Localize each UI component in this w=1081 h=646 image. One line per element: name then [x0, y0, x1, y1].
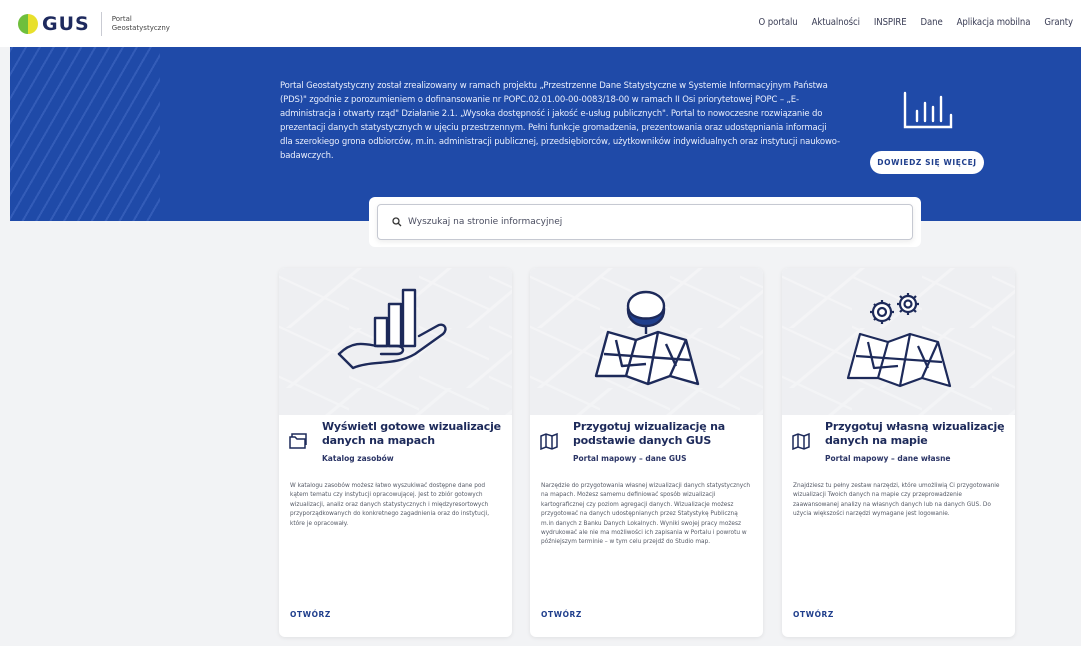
card-description: W katalogu zasobów możesz łatwo wyszukiw… [290, 483, 490, 527]
bar-chart-icon [903, 91, 953, 129]
card-catalog: Wyświetl gotowe wizualizacje danych na m… [279, 268, 512, 637]
card-header: Przygotuj własną wizualizację danych na … [791, 420, 1006, 463]
main-nav: O portalu Aktualności INSPIRE Dane Aplik… [745, 17, 1074, 28]
logo-divider [100, 12, 102, 36]
map-database-icon [594, 290, 700, 386]
search-box [377, 204, 913, 240]
card-header: Przygotuj wizualizację na podstawie dany… [539, 420, 754, 463]
top-bar: GUS Portal Geostatystyczny O portalu Akt… [0, 0, 1081, 47]
card-open-link[interactable]: OTWÓRZ [793, 610, 834, 619]
logo-subtitle: Portal Geostatystyczny [112, 15, 170, 33]
card-header: Wyświetl gotowe wizualizacje danych na m… [288, 420, 503, 463]
nav-o-portalu[interactable]: O portalu [759, 17, 798, 28]
map-icon [792, 432, 810, 450]
nav-dane[interactable]: Dane [921, 17, 943, 28]
hero-decoration [10, 47, 160, 221]
card-own-map: Przygotuj własną wizualizację danych na … [782, 268, 1015, 637]
card-illustration [279, 268, 512, 415]
card-subtitle: Portal mapowy – dane GUS [573, 454, 687, 463]
card-subtitle: Katalog zasobów [322, 454, 394, 463]
nav-granty[interactable]: Granty [1044, 17, 1073, 28]
logo-subtitle-line1: Portal [111, 15, 132, 23]
card-illustration [782, 268, 1015, 415]
card-open-link[interactable]: OTWÓRZ [290, 610, 331, 619]
card-illustration [530, 268, 763, 415]
folder-icon [289, 433, 307, 449]
learn-more-button[interactable]: DOWIEDZ SIĘ WIĘCEJ [870, 151, 984, 174]
card-open-link[interactable]: OTWÓRZ [541, 610, 582, 619]
card-title: Przygotuj własną wizualizację danych na … [825, 420, 1005, 447]
nav-aktualnosci[interactable]: Aktualności [812, 17, 860, 28]
hand-chart-icon [337, 288, 447, 370]
card-gus-map: Przygotuj wizualizację na podstawie dany… [530, 268, 763, 637]
hero-banner: Portal Geostatystyczny został zrealizowa… [10, 47, 1081, 221]
logo-mark-icon [18, 14, 38, 34]
search-input[interactable] [408, 217, 888, 227]
logo-wordmark: GUS [42, 13, 90, 35]
logo-subtitle-line2: Geostatystyczny [111, 24, 170, 32]
nav-aplikacja-mobilna[interactable]: Aplikacja mobilna [957, 17, 1031, 28]
card-description: Znajdziesz tu pełny zestaw narzędzi, któ… [793, 483, 1000, 518]
card-title: Przygotuj wizualizację na podstawie dany… [573, 420, 725, 447]
card-description: Narzędzie do przygotowania własnej wizua… [541, 483, 751, 546]
nav-inspire[interactable]: INSPIRE [874, 17, 907, 28]
card-subtitle: Portal mapowy – dane własne [825, 454, 951, 463]
hero-description: Portal Geostatystyczny został zrealizowa… [280, 81, 840, 161]
map-gears-icon [846, 293, 952, 388]
search-icon [392, 217, 402, 227]
card-title: Wyświetl gotowe wizualizacje danych na m… [322, 420, 501, 447]
map-icon [540, 432, 558, 450]
gus-logo[interactable]: GUS Portal Geostatystyczny [18, 12, 170, 36]
